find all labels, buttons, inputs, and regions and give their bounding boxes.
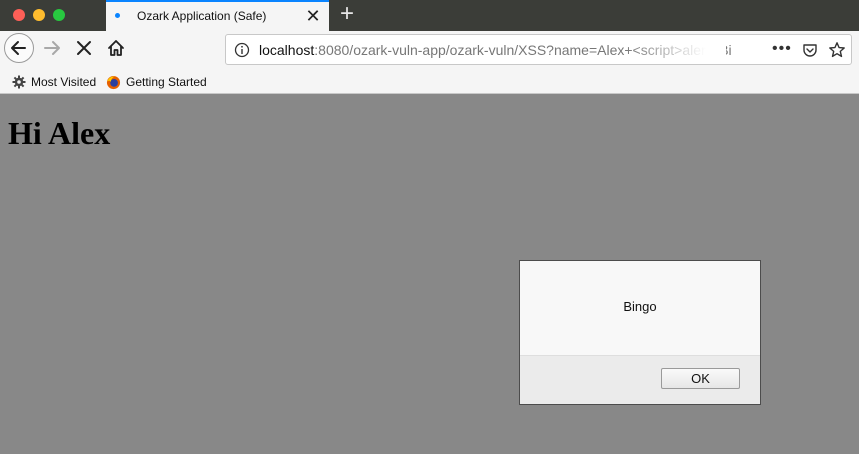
- page-heading: Hi Alex: [8, 115, 111, 151]
- alert-message: Bingo: [623, 299, 657, 314]
- bookmark-label: Most Visited: [31, 75, 97, 89]
- url-host: localhost: [259, 42, 315, 58]
- bookmark-getting-started[interactable]: Getting Started: [106, 74, 207, 90]
- back-arrow-icon: [11, 41, 26, 55]
- home-icon[interactable]: [106, 38, 126, 58]
- site-info-icon[interactable]: [234, 42, 250, 58]
- window-maximize-button[interactable]: [53, 9, 65, 21]
- firefox-icon: [106, 75, 121, 89]
- navigation-toolbar: localhost:8080/ozark-vuln-app/ozark-vuln…: [0, 31, 859, 70]
- stop-loading-icon[interactable]: [74, 38, 94, 58]
- new-tab-plus-icon[interactable]: +: [337, 2, 357, 26]
- bookmark-most-visited[interactable]: Most Visited: [12, 74, 96, 90]
- bookmarks-toolbar: Most Visited Getting Started: [0, 70, 859, 94]
- back-button[interactable]: [4, 33, 34, 63]
- gear-icon: [12, 75, 26, 89]
- window-close-button[interactable]: [13, 9, 25, 21]
- tab-title: Ozark Application (Safe): [137, 9, 267, 23]
- alert-dialog-footer: OK: [520, 355, 760, 404]
- ok-button[interactable]: OK: [661, 368, 740, 389]
- bookmark-label: Getting Started: [126, 75, 207, 89]
- url-fade-overlay: [626, 37, 726, 62]
- tab-loading-indicator-icon: [115, 13, 120, 18]
- browser-tab[interactable]: Ozark Application (Safe) ✕: [106, 0, 329, 31]
- page-actions-menu-icon[interactable]: •••: [772, 40, 792, 58]
- window-titlebar: Ozark Application (Safe) ✕ +: [0, 0, 859, 31]
- page-content: Hi Alex Bingo OK: [0, 94, 859, 454]
- alert-dialog: Bingo OK: [519, 260, 761, 405]
- window-minimize-button[interactable]: [33, 9, 45, 21]
- bookmark-star-icon[interactable]: [828, 41, 846, 59]
- address-bar[interactable]: localhost:8080/ozark-vuln-app/ozark-vuln…: [225, 34, 852, 65]
- pocket-icon[interactable]: [802, 42, 818, 58]
- forward-arrow-icon[interactable]: [42, 38, 62, 58]
- tab-close-icon[interactable]: ✕: [305, 6, 321, 26]
